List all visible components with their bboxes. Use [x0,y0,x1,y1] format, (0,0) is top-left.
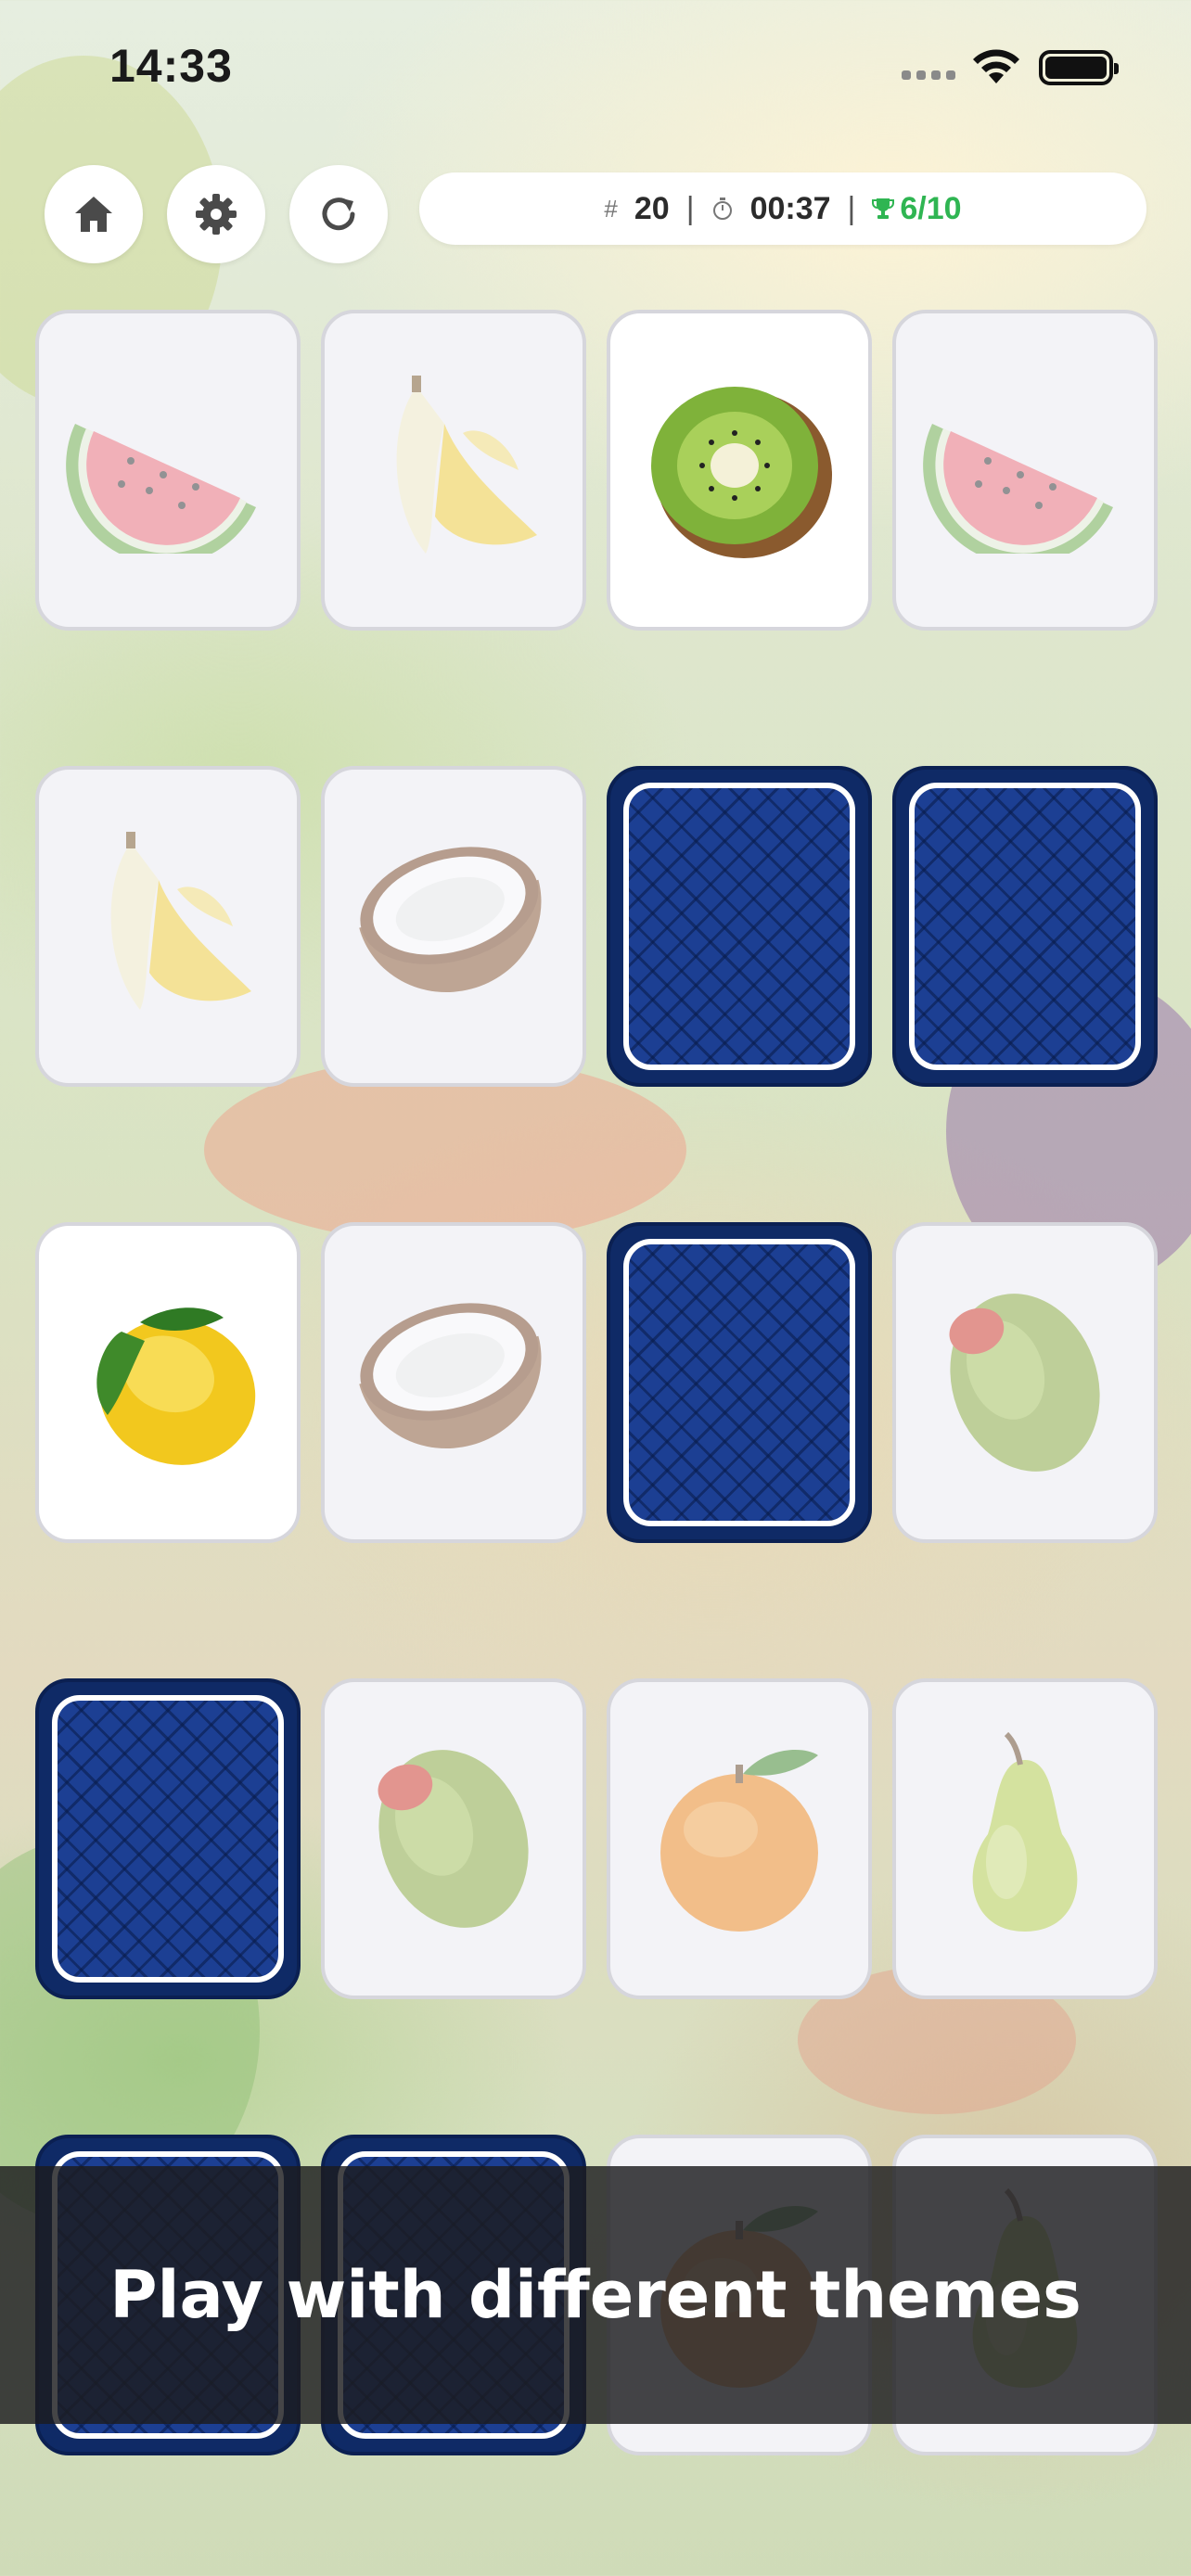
card-watermelon[interactable] [35,310,301,631]
gear-icon [196,194,237,235]
card-kiwi[interactable] [607,310,872,631]
restart-button[interactable] [289,165,388,263]
olive-icon [949,1294,1100,1472]
card-face-down[interactable] [607,1222,872,1543]
stopwatch-icon [712,198,732,220]
pear-icon [972,1732,1078,1932]
orange-icon [660,1750,818,1932]
coconut-icon [359,847,542,992]
card-olive[interactable] [321,1678,586,1999]
card-face-down[interactable] [35,1678,301,1999]
card-face-down[interactable] [607,766,872,1087]
banana-icon [110,832,251,1010]
hash-icon: # [604,194,618,223]
separator: | [847,190,856,226]
promo-banner-text: Play with different themes [109,2257,1082,2333]
card-olive[interactable] [892,1222,1158,1543]
card-banana[interactable] [35,766,301,1087]
card-pear[interactable] [892,1678,1158,1999]
home-icon [75,197,112,232]
card-watermelon[interactable] [892,310,1158,631]
settings-button[interactable] [167,165,265,263]
kiwi-icon [651,387,832,558]
card-coconut[interactable] [321,766,586,1087]
wifi-icon [973,49,1019,83]
move-count: 20 [634,190,670,226]
card-banana[interactable] [321,310,586,631]
coconut-icon [359,1303,542,1448]
card-orange[interactable] [607,1678,872,1999]
card-back-pattern [909,783,1141,1070]
olive-icon [378,1750,529,1928]
banana-icon [396,376,537,554]
watermelon-icon [66,424,256,554]
card-back-pattern [52,1695,284,1983]
cellular-signal-icon [902,70,955,80]
pairs-found: 6/10 [900,190,962,226]
watermelon-icon [923,424,1113,554]
battery-icon [1039,50,1119,85]
timer-value: 00:37 [749,190,831,226]
card-back-pattern [623,1239,855,1526]
status-bar: 14:33 [0,0,1191,139]
card-lemon[interactable] [35,1222,301,1543]
card-coconut[interactable] [321,1222,586,1543]
card-back-pattern [623,783,855,1070]
lemon-icon [96,1307,256,1465]
home-button[interactable] [45,165,143,263]
promo-banner: Play with different themes [0,2166,1191,2424]
status-time: 14:33 [109,40,233,92]
restart-icon [322,198,355,231]
card-face-down[interactable] [892,766,1158,1087]
stats-bar: # 20 | 00:37 | 6/10 [419,172,1146,245]
separator: | [685,190,695,226]
trophy-icon [872,198,895,219]
